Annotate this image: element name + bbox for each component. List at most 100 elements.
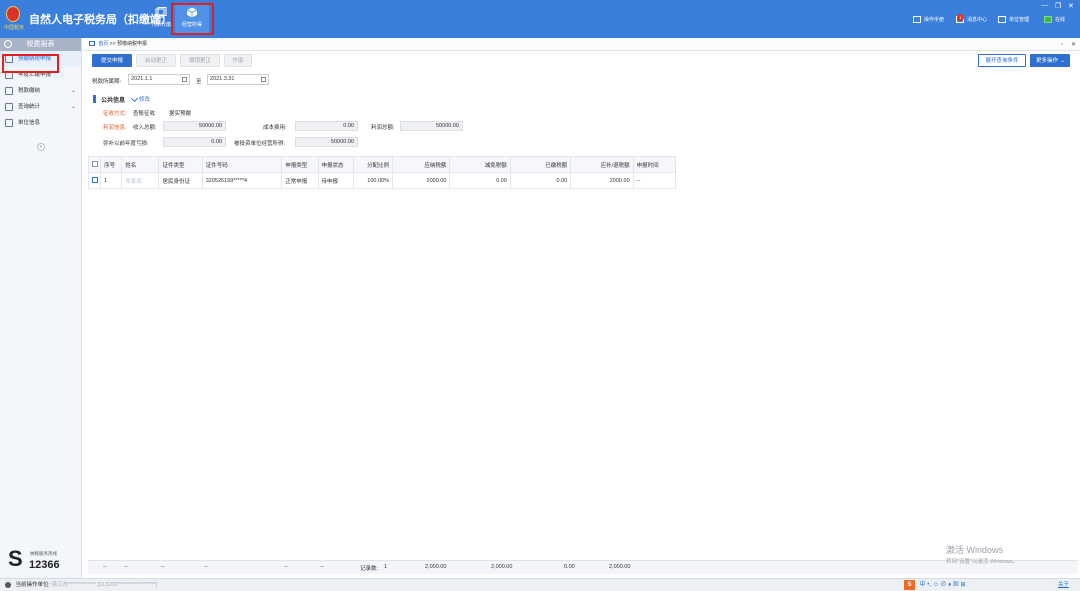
breadcrumb-home[interactable]: 首页 bbox=[98, 41, 108, 47]
home-icon bbox=[89, 41, 95, 47]
online-status[interactable]: 在线 bbox=[1044, 16, 1065, 24]
loss-offset-field: 0.00 bbox=[163, 137, 226, 147]
collection-method-sub: 据实预缴 bbox=[169, 111, 192, 117]
summary-dash: -- bbox=[204, 564, 208, 570]
sidebar: 税费报表 预缴纳税申报 年度汇缴申报 税款缴纳 ⌄ 查询统计 ⌄ 单位信息 « … bbox=[0, 38, 82, 578]
gear-icon[interactable] bbox=[4, 40, 12, 48]
about-link[interactable]: 关于 bbox=[1058, 579, 1069, 591]
cell-id-type: 居民身份证 bbox=[158, 172, 203, 189]
collection-method-value: 查账征收 bbox=[133, 111, 156, 117]
input-method-toolbar[interactable]: S 中 •, ☺ ⊘ ♦ ▦ ⊞ bbox=[904, 580, 966, 591]
column-header[interactable]: 申报类型 bbox=[281, 156, 319, 173]
maximize-panel-icon[interactable]: ▫ bbox=[1061, 39, 1063, 52]
income-label: 收入总额: bbox=[133, 125, 157, 131]
column-header[interactable]: 应纳税额 bbox=[392, 156, 451, 173]
column-header[interactable]: 序号 bbox=[100, 156, 123, 173]
row-checkbox[interactable] bbox=[87, 172, 102, 189]
cell-declaration-type: 正常申报 bbox=[281, 172, 319, 189]
checkbox-icon bbox=[92, 161, 98, 168]
manual-button[interactable]: 操作手册 bbox=[913, 16, 944, 24]
calendar-icon[interactable] bbox=[261, 77, 266, 82]
select-all-checkbox[interactable] bbox=[87, 156, 102, 173]
table-header-row: 序号 姓名 证件类型 证件号码 申报类型 申报状态 分配比例 应纳税额 减免税额… bbox=[87, 156, 677, 173]
tax-emblem-icon bbox=[6, 6, 20, 22]
close-icon[interactable]: ✕ bbox=[1068, 2, 1074, 10]
column-header[interactable]: 申报状态 bbox=[317, 156, 354, 173]
column-header[interactable]: 申报时间 bbox=[632, 156, 677, 173]
messages-label: 消息中心 bbox=[967, 17, 988, 23]
sidebar-item-label: 单位信息 bbox=[18, 120, 41, 126]
period-end-value: 2021.3.31 bbox=[210, 76, 235, 82]
sidebar-item-label: 查询统计 bbox=[18, 104, 41, 110]
sidebar-item-query-stats[interactable]: 查询统计 ⌄ bbox=[0, 99, 81, 115]
minimize-icon[interactable]: — bbox=[1041, 2, 1048, 9]
building-icon bbox=[5, 119, 13, 127]
pencil-icon bbox=[130, 94, 139, 103]
book-icon bbox=[913, 16, 921, 24]
sidebar-header: 税费报表 bbox=[0, 38, 81, 51]
cell-name[interactable]: 郑某某 bbox=[121, 172, 160, 189]
summary-dash: -- bbox=[124, 564, 128, 570]
submit-declaration-button[interactable]: 提交申报 bbox=[92, 54, 132, 67]
void-button[interactable]: 作废 bbox=[224, 54, 252, 67]
unit-management-label: 单位管理 bbox=[1009, 17, 1030, 23]
cell-id-number: 320525199*****4 bbox=[201, 172, 283, 189]
cell-tax-due: 2000.00 bbox=[392, 172, 451, 189]
collapse-sidebar-button[interactable]: « bbox=[37, 143, 45, 151]
sidebar-item-label: 税款缴纳 bbox=[18, 88, 41, 94]
hotline-number: 12366 bbox=[29, 559, 60, 571]
payment-icon bbox=[5, 87, 13, 95]
column-header[interactable]: 应补/退税额 bbox=[570, 156, 634, 173]
highlight-box-nav bbox=[171, 3, 214, 35]
message-count-badge: 1 bbox=[957, 14, 964, 21]
period-end-input[interactable]: 2021.3.31 bbox=[207, 74, 269, 85]
more-actions-button[interactable]: 更多操作 ⌄ bbox=[1030, 54, 1070, 67]
cancel-correction-button[interactable]: 撤销更正 bbox=[180, 54, 220, 67]
calendar-icon[interactable] bbox=[182, 77, 187, 82]
cell-declaration-status: 待申报 bbox=[317, 172, 354, 189]
edit-label: 修改 bbox=[139, 97, 151, 103]
tax-id: [913205******************] bbox=[97, 582, 158, 588]
column-header[interactable]: 证件号码 bbox=[201, 156, 283, 173]
logo-caption: 中国税务 bbox=[4, 25, 25, 31]
chart-icon bbox=[5, 103, 13, 111]
sidebar-item-tax-payment[interactable]: 税款缴纳 ⌄ bbox=[0, 83, 81, 99]
period-to-label: 至 bbox=[196, 79, 202, 85]
edit-public-info-link[interactable]: 修改 bbox=[130, 94, 151, 103]
sidebar-item-unit-info[interactable]: 单位信息 bbox=[0, 115, 81, 131]
ime-tray-icons[interactable]: 中 •, ☺ ⊘ ♦ ▦ ⊞ bbox=[920, 580, 966, 591]
summary-reduction: 0.00 bbox=[564, 564, 575, 570]
period-start-input[interactable]: 2021.1.1 bbox=[128, 74, 190, 85]
breadcrumb-separator: >> bbox=[109, 41, 116, 47]
expand-query-button[interactable]: 展开查询条件 bbox=[978, 54, 1026, 67]
cost-label: 成本费用: bbox=[263, 125, 287, 131]
collection-method-label: 征收方式: bbox=[103, 111, 127, 117]
windows-activation-watermark: 激活 Windows 转到"设置"以激活 Windows。 bbox=[946, 543, 1018, 565]
column-header[interactable]: 分配比例 bbox=[352, 156, 394, 173]
cost-field: 0.00 bbox=[295, 121, 358, 131]
loss-offset-label: 弥补以前年度亏损: bbox=[103, 141, 149, 147]
breadcrumb-current: 预缴纳税申报 bbox=[117, 41, 148, 47]
column-header[interactable]: 已缴税额 bbox=[509, 156, 572, 173]
column-header[interactable]: 减免税额 bbox=[449, 156, 511, 173]
chevron-down-icon: ⌄ bbox=[1060, 58, 1065, 64]
unit-management-button[interactable]: 单位管理 bbox=[998, 16, 1030, 24]
column-header[interactable]: 姓名 bbox=[121, 156, 160, 173]
record-count: 1 bbox=[384, 564, 388, 570]
status-bar: 当前操作单位: 吴江市************* [913205********… bbox=[0, 578, 1080, 591]
summary-dash: -- bbox=[284, 564, 288, 570]
table-row[interactable]: 1 郑某某 居民身份证 320525199*****4 正常申报 待申报 100… bbox=[87, 172, 677, 189]
nav-withholding-label: 代扣代缴 bbox=[150, 22, 171, 28]
highlight-box-sidebar bbox=[2, 54, 59, 73]
summary-refund: 2,000.00 bbox=[609, 564, 631, 570]
column-header[interactable]: 证件类型 bbox=[158, 156, 203, 173]
document-stack-icon bbox=[155, 7, 167, 18]
checkbox-icon bbox=[92, 177, 98, 184]
start-correction-button[interactable]: 启动更正 bbox=[136, 54, 176, 67]
restore-icon[interactable]: ❐ bbox=[1055, 2, 1061, 10]
period-start-value: 2021.1.1 bbox=[131, 76, 153, 82]
summary-dash: -- bbox=[320, 564, 324, 570]
summary-total: 2,000.00 bbox=[425, 564, 447, 570]
close-panel-icon[interactable]: ✕ bbox=[1071, 39, 1076, 52]
sogou-ime-icon[interactable]: S bbox=[904, 580, 915, 590]
